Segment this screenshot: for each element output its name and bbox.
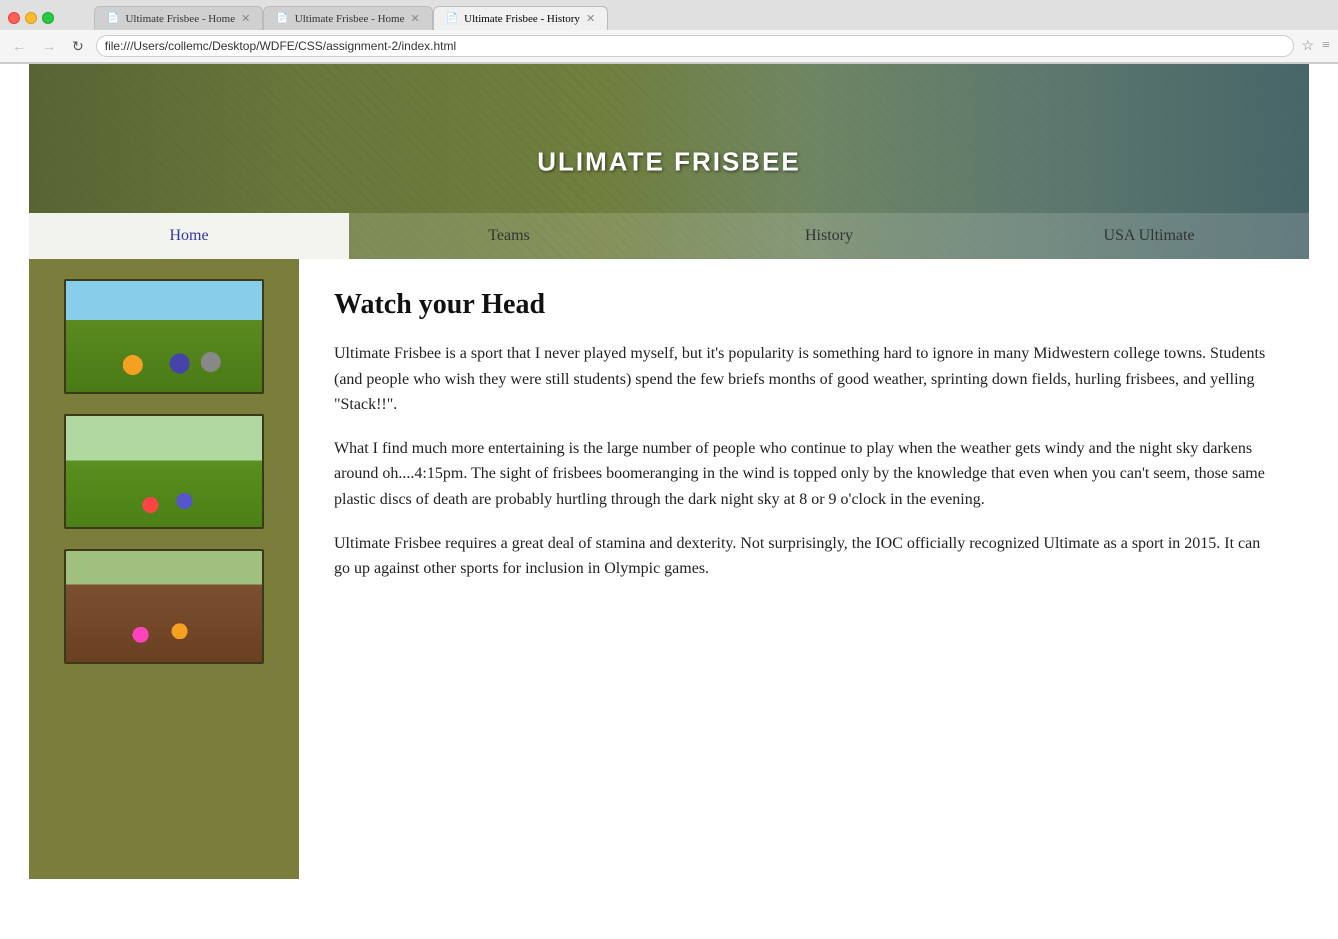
article-content: Watch your Head Ultimate Frisbee is a sp… <box>299 259 1309 879</box>
title-bar: 📄 Ultimate Frisbee - Home ✕ 📄 Ultimate F… <box>0 0 1338 30</box>
nav-label-usa: USA Ultimate <box>1103 227 1194 244</box>
close-button[interactable] <box>8 12 20 24</box>
forward-button[interactable]: → <box>38 36 60 56</box>
nav-item-teams[interactable]: Teams <box>349 213 669 259</box>
address-bar[interactable] <box>96 35 1294 57</box>
nav-label-home: Home <box>169 227 208 244</box>
browser-nav-bar: ← → ↻ ☆ ≡ <box>0 30 1338 63</box>
tab-icon-1: 📄 <box>107 13 119 24</box>
article-paragraph-2: What I find much more entertaining is th… <box>334 436 1274 513</box>
hero-section: ULIMATE FRISBEE Home Teams History USA U… <box>29 64 1309 259</box>
hero-title: ULIMATE FRISBEE <box>537 146 801 177</box>
tab-icon-3: 📄 <box>446 13 458 24</box>
photo-2 <box>64 414 264 529</box>
tabs-bar: 📄 Ultimate Frisbee - Home ✕ 📄 Ultimate F… <box>94 6 608 30</box>
tab-label-2: Ultimate Frisbee - Home <box>295 13 405 25</box>
photo-3 <box>64 549 264 664</box>
nav-label-teams: Teams <box>488 227 530 244</box>
traffic-lights <box>8 12 54 24</box>
sidebar <box>29 259 299 879</box>
browser-tab-3[interactable]: 📄 Ultimate Frisbee - History ✕ <box>433 6 608 30</box>
minimize-button[interactable] <box>25 12 37 24</box>
bookmark-icon[interactable]: ☆ <box>1302 38 1315 55</box>
maximize-button[interactable] <box>42 12 54 24</box>
tab-close-1[interactable]: ✕ <box>241 12 250 25</box>
back-button[interactable]: ← <box>8 36 30 56</box>
nav-label-history: History <box>805 227 853 244</box>
article-heading: Watch your Head <box>334 289 1274 321</box>
nav-item-history[interactable]: History <box>669 213 989 259</box>
page-wrapper: ULIMATE FRISBEE Home Teams History USA U… <box>29 64 1309 879</box>
tab-icon-2: 📄 <box>276 13 288 24</box>
nav-item-home[interactable]: Home <box>29 213 349 259</box>
nav-item-usa[interactable]: USA Ultimate <box>989 213 1309 259</box>
tab-label-1: Ultimate Frisbee - Home <box>125 13 235 25</box>
menu-icon[interactable]: ≡ <box>1322 38 1330 54</box>
tab-close-2[interactable]: ✕ <box>410 12 419 25</box>
article-paragraph-1: Ultimate Frisbee is a sport that I never… <box>334 341 1274 418</box>
browser-tab-1[interactable]: 📄 Ultimate Frisbee - Home ✕ <box>94 6 263 30</box>
tab-close-3[interactable]: ✕ <box>586 12 595 25</box>
browser-chrome: 📄 Ultimate Frisbee - Home ✕ 📄 Ultimate F… <box>0 0 1338 64</box>
tab-label-3: Ultimate Frisbee - History <box>464 13 580 25</box>
main-content: Watch your Head Ultimate Frisbee is a sp… <box>29 259 1309 879</box>
browser-tab-2[interactable]: 📄 Ultimate Frisbee - Home ✕ <box>263 6 432 30</box>
article-paragraph-3: Ultimate Frisbee requires a great deal o… <box>334 531 1274 582</box>
photo-1 <box>64 279 264 394</box>
reload-button[interactable]: ↻ <box>68 36 88 57</box>
main-navigation: Home Teams History USA Ultimate <box>29 213 1309 259</box>
